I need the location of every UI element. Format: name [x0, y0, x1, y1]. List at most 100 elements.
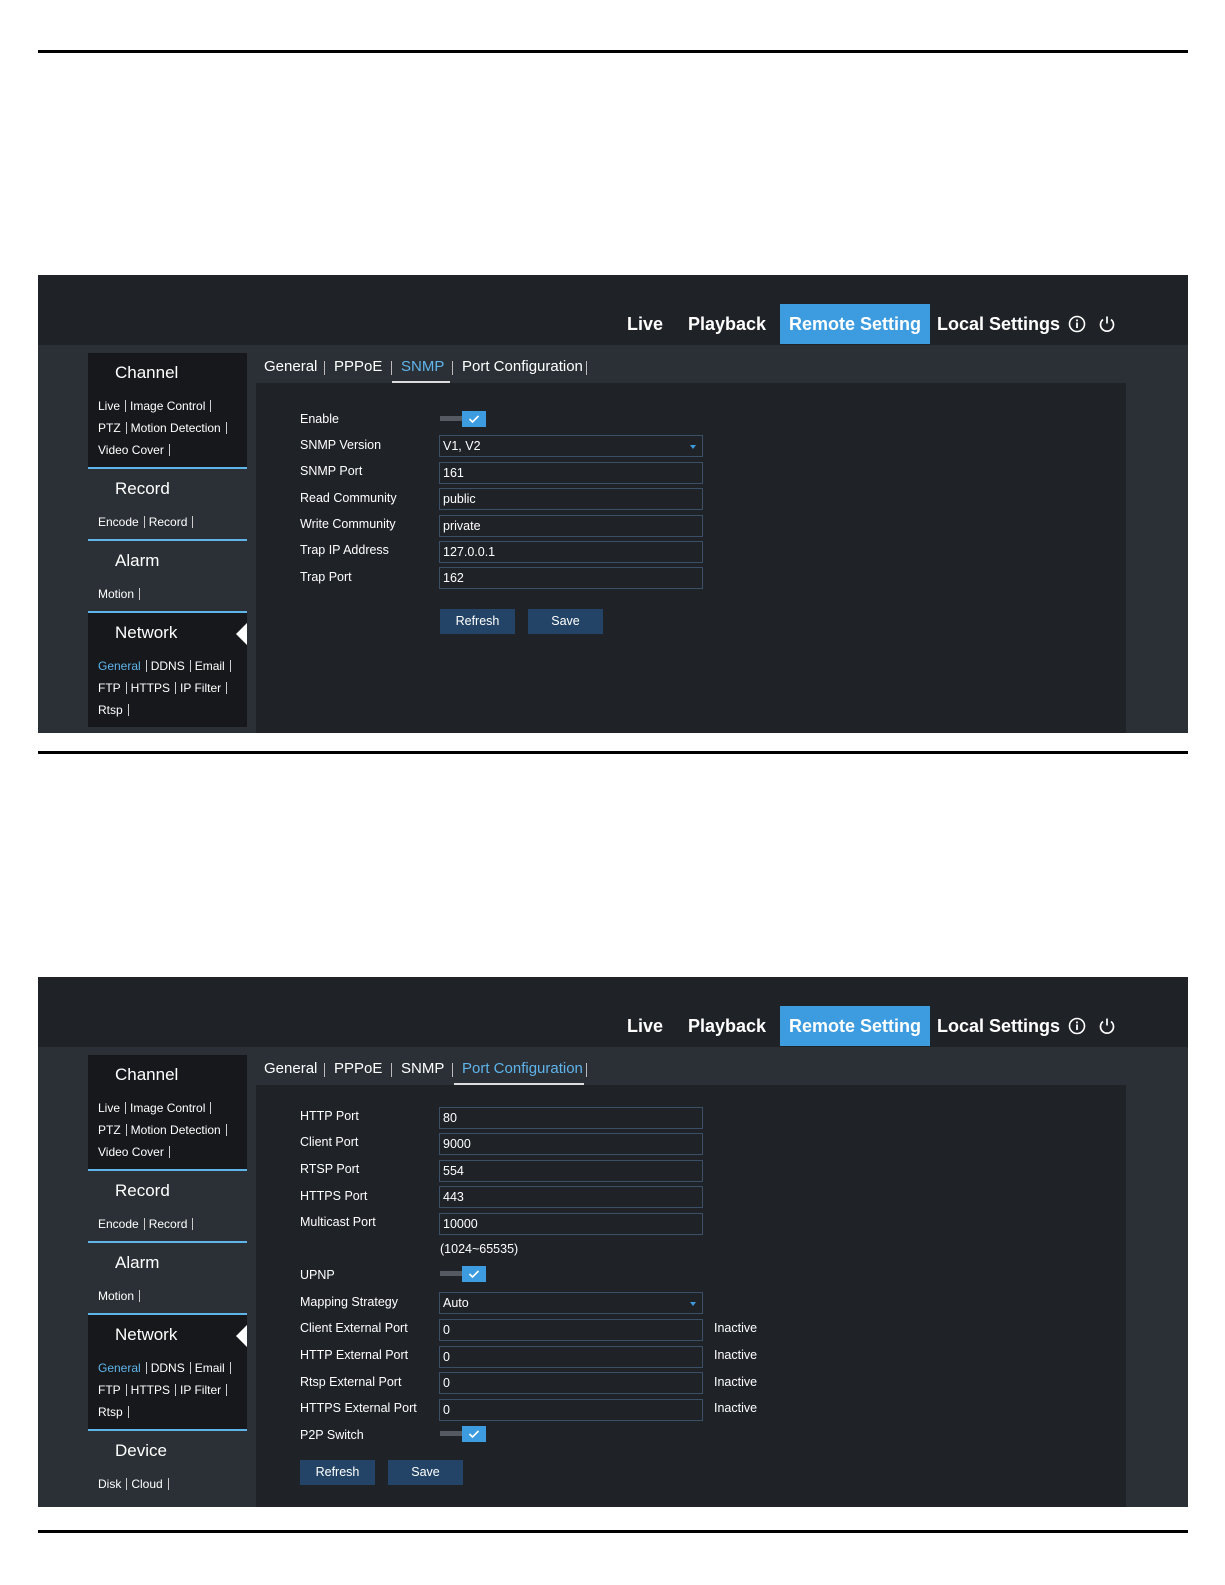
link-record[interactable]: Record [149, 515, 198, 529]
trap-ip-input[interactable]: 127.0.0.1 [439, 541, 703, 563]
section-title-device[interactable]: Device [88, 1431, 247, 1467]
rtsp-external-port-input[interactable]: 0 [439, 1372, 703, 1394]
active-section-pointer-icon [236, 1325, 247, 1347]
link-record[interactable]: Record [149, 1217, 198, 1231]
power-icon[interactable] [1098, 315, 1116, 333]
tab-general[interactable]: General [264, 1060, 317, 1077]
mapping-strategy-label: Mapping Strategy [300, 1295, 398, 1309]
bottom-rule [38, 1530, 1188, 1533]
client-external-port-label: Client External Port [300, 1321, 408, 1335]
link-motion-detection[interactable]: Motion Detection [131, 1123, 231, 1137]
nav-local-settings[interactable]: Local Settings [928, 1006, 1069, 1046]
write-community-label: Write Community [300, 517, 396, 531]
client-external-port-input[interactable]: 0 [439, 1319, 703, 1341]
section-title-record[interactable]: Record [88, 469, 247, 505]
rtsp-port-input[interactable]: 554 [439, 1160, 703, 1182]
link-general[interactable]: General [98, 1361, 151, 1375]
section-title-channel[interactable]: Channel [88, 1055, 247, 1091]
section-title-network[interactable]: Network [88, 1315, 247, 1351]
http-port-input[interactable]: 80 [439, 1107, 703, 1129]
mapping-strategy-select[interactable]: Auto [439, 1292, 703, 1314]
refresh-button[interactable]: Refresh [440, 609, 515, 634]
link-motion[interactable]: Motion [98, 1289, 144, 1303]
link-ftp[interactable]: FTP [98, 681, 131, 695]
tab-port-configuration[interactable]: Port Configuration [462, 1060, 583, 1077]
section-title-network[interactable]: Network [88, 613, 247, 649]
http-external-port-input[interactable]: 0 [439, 1346, 703, 1368]
multicast-port-input[interactable]: 10000 [439, 1213, 703, 1235]
sidebar-section-record: Record Encode Record [88, 469, 247, 541]
link-image-control[interactable]: Image Control [130, 1101, 215, 1115]
link-ftp[interactable]: FTP [98, 1383, 131, 1397]
link-general[interactable]: General [98, 659, 151, 673]
link-ptz[interactable]: PTZ [98, 421, 131, 435]
info-icon[interactable] [1068, 1017, 1086, 1035]
port-configuration-screenshot: Live Playback Remote Setting Local Setti… [38, 977, 1188, 1507]
link-rtsp[interactable]: Rtsp [98, 1405, 133, 1419]
link-rtsp[interactable]: Rtsp [98, 703, 133, 717]
write-community-input[interactable]: private [439, 515, 703, 537]
link-video-cover[interactable]: Video Cover [98, 443, 174, 457]
upnp-toggle[interactable] [440, 1266, 486, 1282]
tab-separator [452, 361, 453, 375]
link-ddns[interactable]: DDNS [151, 659, 195, 673]
nav-live[interactable]: Live [618, 1006, 672, 1046]
link-email[interactable]: Email [195, 1361, 235, 1375]
nav-playback[interactable]: Playback [679, 1006, 775, 1046]
link-https[interactable]: HTTPS [131, 1383, 180, 1397]
power-icon[interactable] [1098, 1017, 1116, 1035]
link-image-control[interactable]: Image Control [130, 399, 215, 413]
nav-playback[interactable]: Playback [679, 304, 775, 344]
link-ip-filter[interactable]: IP Filter [180, 681, 231, 695]
tab-snmp[interactable]: SNMP [401, 1060, 444, 1077]
tab-pppoe[interactable]: PPPoE [334, 358, 382, 375]
nav-live[interactable]: Live [618, 304, 672, 344]
https-port-input[interactable]: 443 [439, 1186, 703, 1208]
section-title-alarm[interactable]: Alarm [88, 541, 247, 577]
trap-port-label: Trap Port [300, 570, 352, 584]
refresh-button[interactable]: Refresh [300, 1460, 375, 1485]
link-cloud[interactable]: Cloud [131, 1477, 172, 1491]
link-ptz[interactable]: PTZ [98, 1123, 131, 1137]
link-motion-detection[interactable]: Motion Detection [131, 421, 231, 435]
link-encode[interactable]: Encode [98, 1217, 149, 1231]
read-community-input[interactable]: public [439, 488, 703, 510]
tab-general[interactable]: General [264, 358, 317, 375]
nav-remote-setting[interactable]: Remote Setting [780, 304, 931, 344]
link-ip-filter[interactable]: IP Filter [180, 1383, 231, 1397]
enable-toggle[interactable] [440, 411, 486, 427]
tab-port-configuration[interactable]: Port Configuration [462, 358, 583, 375]
p2p-switch-toggle[interactable] [440, 1426, 486, 1442]
trap-port-input[interactable]: 162 [439, 567, 703, 589]
section-title-alarm[interactable]: Alarm [88, 1243, 247, 1279]
link-live[interactable]: Live [98, 1101, 130, 1115]
snmp-version-select[interactable]: V1, V2 [439, 435, 703, 457]
tab-separator [586, 361, 587, 375]
link-https[interactable]: HTTPS [131, 681, 180, 695]
link-encode[interactable]: Encode [98, 515, 149, 529]
sidebar: Channel Live Image Control PTZ Motion Dete… [88, 353, 247, 727]
snmp-version-value: V1, V2 [443, 439, 481, 453]
nav-remote-setting[interactable]: Remote Setting [780, 1006, 931, 1046]
link-live[interactable]: Live [98, 399, 130, 413]
client-port-input[interactable]: 9000 [439, 1133, 703, 1155]
link-motion[interactable]: Motion [98, 587, 144, 601]
tab-pppoe[interactable]: PPPoE [334, 1060, 382, 1077]
link-ddns[interactable]: DDNS [151, 1361, 195, 1375]
section-title-channel[interactable]: Channel [88, 353, 247, 389]
nav-local-settings[interactable]: Local Settings [928, 304, 1069, 344]
sidebar-section-channel: Channel Live Image Control PTZ Motion Dete… [88, 353, 247, 469]
save-button[interactable]: Save [388, 1460, 463, 1485]
content-pane: General PPPoE SNMP Port Configuration En… [256, 353, 1126, 733]
section-title-record[interactable]: Record [88, 1171, 247, 1207]
tab-snmp[interactable]: SNMP [401, 358, 444, 375]
https-external-port-input[interactable]: 0 [439, 1399, 703, 1421]
save-button[interactable]: Save [528, 609, 603, 634]
link-disk[interactable]: Disk [98, 1477, 131, 1491]
snmp-port-input[interactable]: 161 [439, 462, 703, 484]
link-video-cover[interactable]: Video Cover [98, 1145, 174, 1159]
link-email[interactable]: Email [195, 659, 235, 673]
info-icon[interactable] [1068, 315, 1086, 333]
top-nav-bar: Live Playback Remote Setting Local Setti… [38, 977, 1188, 1047]
client-port-label: Client Port [300, 1135, 359, 1149]
